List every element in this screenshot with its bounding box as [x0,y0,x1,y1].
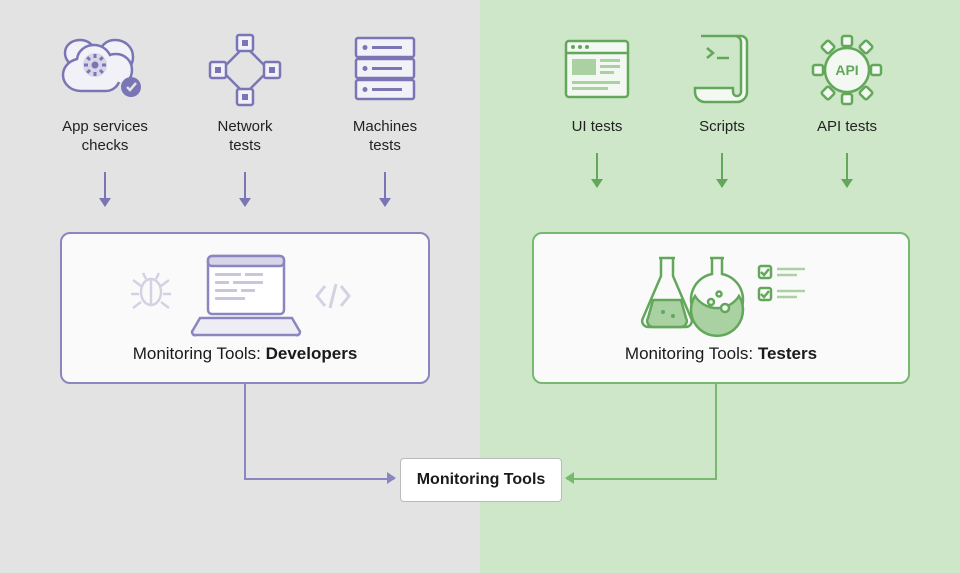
arrow-down-icon [384,172,386,206]
app-services-checks-item: App serviceschecks [50,30,160,206]
item-label: Scripts [699,118,745,137]
svg-text:API: API [835,62,858,78]
machines-tests-item: Machinestests [330,30,440,206]
item-label: Networktests [217,118,272,156]
server-rack-icon [352,30,418,110]
item-label: App serviceschecks [62,118,148,156]
arrow-down-icon [244,172,246,206]
browser-wireframe-icon [562,30,632,110]
item-label: UI tests [572,118,623,137]
script-scroll-icon [689,30,755,110]
item-label: API tests [817,118,877,137]
testers-box-label: Monitoring Tools: Testers [625,344,817,364]
developers-box: Monitoring Tools: Developers [60,232,430,384]
cloud-gear-icon [59,30,151,110]
testers-box: Monitoring Tools: Testers [532,232,910,384]
monitoring-tools-box: Monitoring Tools [400,458,562,502]
developers-box-label: Monitoring Tools: Developers [133,344,358,364]
flasks-checklist-icon [621,252,821,342]
arrow-down-icon [721,153,723,187]
network-tests-item: Networktests [190,30,300,206]
arrow-elbow-left-icon [244,384,394,480]
api-tests-item: API API tests [792,30,902,187]
arrow-down-icon [596,153,598,187]
item-label: Machinestests [353,118,417,156]
arrow-down-icon [846,153,848,187]
network-topology-icon [206,30,284,110]
ui-tests-item: UI tests [542,30,652,187]
scripts-item: Scripts [667,30,777,187]
arrow-elbow-right-icon [567,384,717,480]
laptop-code-icon [115,252,375,342]
arrow-down-icon [104,172,106,206]
api-gear-icon: API [809,30,885,110]
